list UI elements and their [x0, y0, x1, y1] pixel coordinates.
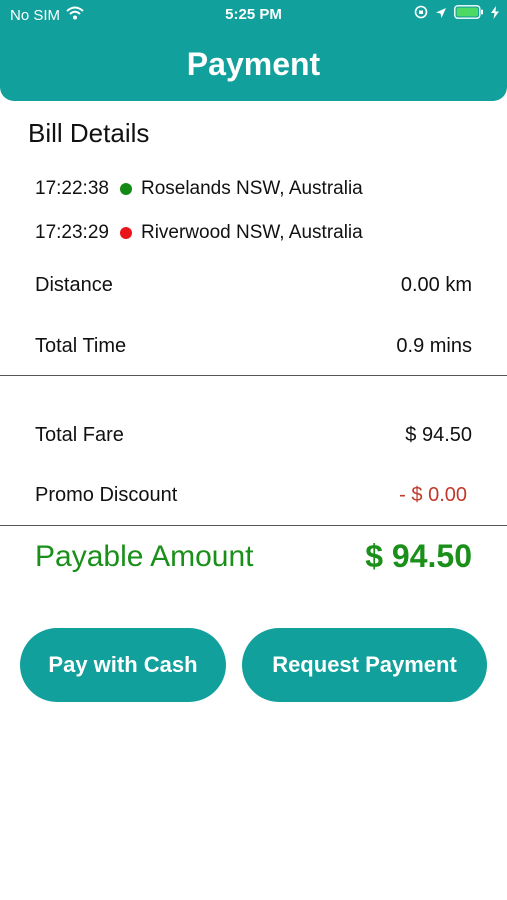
battery-icon — [454, 5, 484, 23]
pickup-dot-icon — [119, 183, 132, 195]
total-fare-label: Total Fare — [35, 424, 124, 446]
distance-row: Distance 0.00 km — [35, 274, 472, 297]
pay-with-cash-button[interactable]: Pay with Cash — [20, 628, 226, 702]
page-title: Payment — [186, 46, 321, 82]
payable-amount-label: Payable Amount — [35, 539, 254, 573]
divider — [0, 375, 507, 376]
dropoff-row: 17:23:29 Riverwood NSW, Australia — [35, 222, 363, 244]
promo-discount-label: Promo Discount — [35, 484, 178, 506]
pickup-time: 17:22:38 — [35, 178, 109, 199]
status-bar: No SIM 5:25 PM — [0, 0, 507, 30]
dropoff-address: Riverwood NSW, Australia — [140, 222, 363, 243]
total-time-label: Total Time — [35, 335, 127, 357]
pickup-row: 17:22:38 Roselands NSW, Australia — [35, 178, 363, 200]
total-fare-value: $ 94.50 — [405, 424, 472, 446]
request-payment-button[interactable]: Request Payment — [242, 628, 487, 702]
divider — [0, 525, 507, 526]
bill-details-title: Bill Details — [28, 118, 150, 148]
payable-amount-value: $ 94.50 — [365, 538, 472, 574]
total-time-row: Total Time 0.9 mins — [35, 335, 472, 358]
dropoff-dot-icon — [119, 227, 132, 239]
header-bar: No SIM 5:25 PM Payment — [0, 0, 507, 101]
total-fare-row: Total Fare $ 94.50 — [35, 424, 472, 447]
promo-discount-value: - $ 0.00 — [399, 484, 467, 506]
dropoff-time: 17:23:29 — [35, 222, 109, 243]
distance-value: 0.00 km — [400, 274, 472, 296]
pickup-address: Roselands NSW, Australia — [140, 178, 363, 199]
status-right — [414, 5, 499, 23]
promo-discount-row: Promo Discount - $ 0.00 — [35, 484, 472, 507]
charging-bolt-icon — [491, 5, 499, 23]
orientation-lock-icon — [414, 5, 428, 23]
payable-row: Payable Amount $ 94.50 — [35, 538, 472, 575]
location-arrow-icon — [435, 6, 447, 23]
total-time-value: 0.9 mins — [396, 335, 472, 357]
distance-label: Distance — [35, 274, 113, 296]
